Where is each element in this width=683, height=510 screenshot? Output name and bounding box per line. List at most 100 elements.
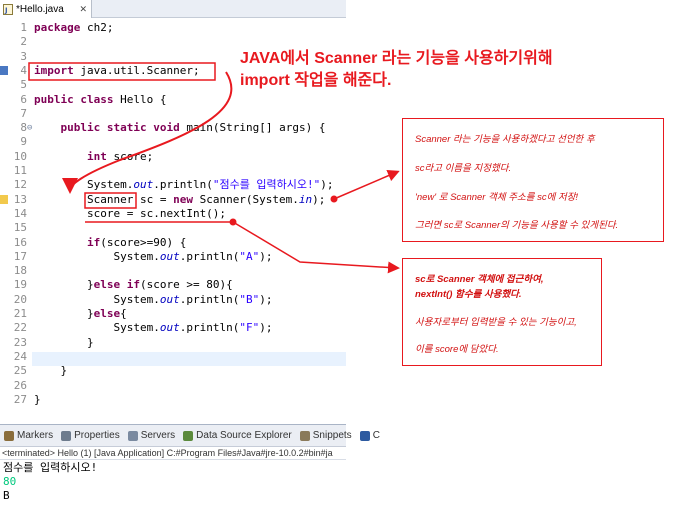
view-tab-snippets[interactable]: Snippets <box>296 430 356 441</box>
code-line[interactable]: score = sc.nextInt(); <box>34 207 226 221</box>
code-token: void <box>153 121 180 135</box>
code-token: } <box>34 335 94 349</box>
code-token: else <box>93 307 121 320</box>
line-number: 20 <box>13 292 27 306</box>
scanner-note-line-1: Scanner 라는 기능을 사용하겠다고 선언한 후 <box>415 134 595 145</box>
editor-tab-bar: J *Hello.java ✕ <box>0 0 346 18</box>
code-token: } <box>34 278 94 292</box>
view-tab-properties[interactable]: Properties <box>57 430 124 441</box>
code-token: } <box>34 392 41 406</box>
markers-icon <box>4 430 14 441</box>
code-token: package <box>34 21 81 34</box>
code-token: "F" <box>239 321 260 335</box>
close-icon[interactable]: ✕ <box>79 4 87 15</box>
view-tab-data-source-explorer[interactable]: Data Source Explorer <box>179 430 296 441</box>
warning-marker-icon[interactable] <box>0 194 8 204</box>
line-number: 23 <box>13 335 27 349</box>
code-token: } <box>34 307 94 320</box>
code-token: class <box>80 92 114 106</box>
code-line[interactable]: } <box>34 336 94 350</box>
line-number: 19 <box>13 278 27 292</box>
snippets-icon <box>299 430 310 441</box>
servers-icon <box>127 430 138 441</box>
nextint-note-line-3: 사용자로부터 입력받을 수 있는 기능이고, <box>415 317 577 328</box>
import-annotation-line-1: JAVA에서 Scanner 라는 기능을 사용하기위해 <box>240 50 553 67</box>
line-number: 1 <box>20 21 27 34</box>
editor-tab-hello-java[interactable]: J *Hello.java ✕ <box>0 0 92 18</box>
line-number: 10 <box>13 149 27 163</box>
nextint-note-line-4: 이를 score에 담았다. <box>415 344 499 355</box>
svg-text:J: J <box>4 6 8 14</box>
code-line[interactable]: public static void main(String[] args) { <box>34 121 326 135</box>
code-line[interactable]: System.out.println("점수를 입력하시오!"); <box>34 178 334 192</box>
code-token: out <box>159 292 180 306</box>
code-line[interactable]: }else if(score >= 80){ <box>34 278 233 292</box>
code-line[interactable]: } <box>34 393 41 407</box>
line-number: 17 <box>13 249 27 263</box>
line-number: 25 <box>13 364 27 378</box>
fold-collapse-icon[interactable]: ⊖ <box>27 121 32 135</box>
code-line[interactable]: if(score>=90) { <box>34 236 186 250</box>
view-tab-label: Snippets <box>312 430 352 441</box>
line-number: 14 <box>13 206 27 220</box>
line-number: 21 <box>13 307 27 320</box>
line-number: 24 <box>13 349 27 363</box>
code-token: ); <box>259 321 273 335</box>
scanner-note-line-4: 그러면 sc로 Scanner의 기능을 사용할 수 있게된다. <box>415 220 619 231</box>
line-number: 2 <box>20 35 27 49</box>
view-tab-servers[interactable]: Servers <box>124 430 179 441</box>
code-line[interactable]: System.out.println("A"); <box>34 250 272 264</box>
code-token: public <box>34 92 74 106</box>
code-token: if <box>126 278 140 292</box>
code-line[interactable]: Scanner sc = new Scanner(System.in); <box>34 193 325 207</box>
code-token: in <box>298 192 313 206</box>
code-token: public <box>60 121 101 135</box>
line-number: 3 <box>20 49 27 63</box>
code-token: System. <box>34 178 134 192</box>
code-token: out <box>159 249 180 263</box>
code-line[interactable]: } <box>34 364 67 378</box>
console-panel: Markers Properties Servers Data Source Expl… <box>0 424 380 510</box>
views-tab-bar: Markers Properties Servers Data Source Expl… <box>0 425 380 447</box>
code-line[interactable]: System.out.println("B"); <box>34 293 272 307</box>
code-token: Scanner sc = <box>34 192 174 206</box>
code-token: score; <box>106 149 154 163</box>
code-line[interactable]: public class Hello { <box>34 93 166 107</box>
code-line[interactable]: import java.util.Scanner; <box>34 64 200 78</box>
code-token: System. <box>34 321 160 335</box>
view-tab-label: C <box>372 430 380 441</box>
code-line[interactable]: package ch2; <box>34 21 113 35</box>
code-token: score = sc.nextInt(); <box>34 206 227 220</box>
code-token: .println( <box>153 178 213 192</box>
view-tab-label: Servers <box>140 430 176 441</box>
line-number: 6 <box>20 92 27 106</box>
line-number-gutter: 1 2 3 4 5 6 7 8 9 10 11 12 13 14 15 16 17 18 19 20 21 22 23 24 2… <box>0 18 32 424</box>
console-output-prompt: 점수를 입력하시오! <box>3 461 98 474</box>
code-token: "점수를 입력하시오!" <box>212 178 321 192</box>
view-tab-c[interactable]: C <box>356 430 384 441</box>
code-token: (score >= 80){ <box>139 278 233 292</box>
code-line[interactable]: System.out.println("F"); <box>34 321 272 335</box>
code-token: (score>=90) { <box>100 235 187 249</box>
line-number: 16 <box>13 235 27 249</box>
info-marker-icon[interactable] <box>0 65 8 75</box>
code-token: { <box>120 307 127 320</box>
line-number: 26 <box>13 378 27 392</box>
code-token: out <box>133 178 154 192</box>
line-number: 7 <box>20 106 27 120</box>
code-line[interactable]: }else{ <box>34 307 127 321</box>
console-icon <box>359 430 370 441</box>
code-token: "A" <box>239 249 260 263</box>
view-tab-markers[interactable]: Markers <box>0 430 57 441</box>
nextint-note-line-1: sc로 Scanner 객체에 접근하여, <box>415 274 544 285</box>
properties-icon <box>61 430 72 441</box>
code-line[interactable]: int score; <box>34 150 153 164</box>
nextint-note-line-2: nextInt() 함수를 사용했다. <box>415 289 522 300</box>
nextint-note-box: sc로 Scanner 객체에 접근하여, nextInt() 함수를 사용했다… <box>402 258 602 366</box>
code-token: .println( <box>179 292 240 306</box>
code-token: .println( <box>179 321 240 335</box>
